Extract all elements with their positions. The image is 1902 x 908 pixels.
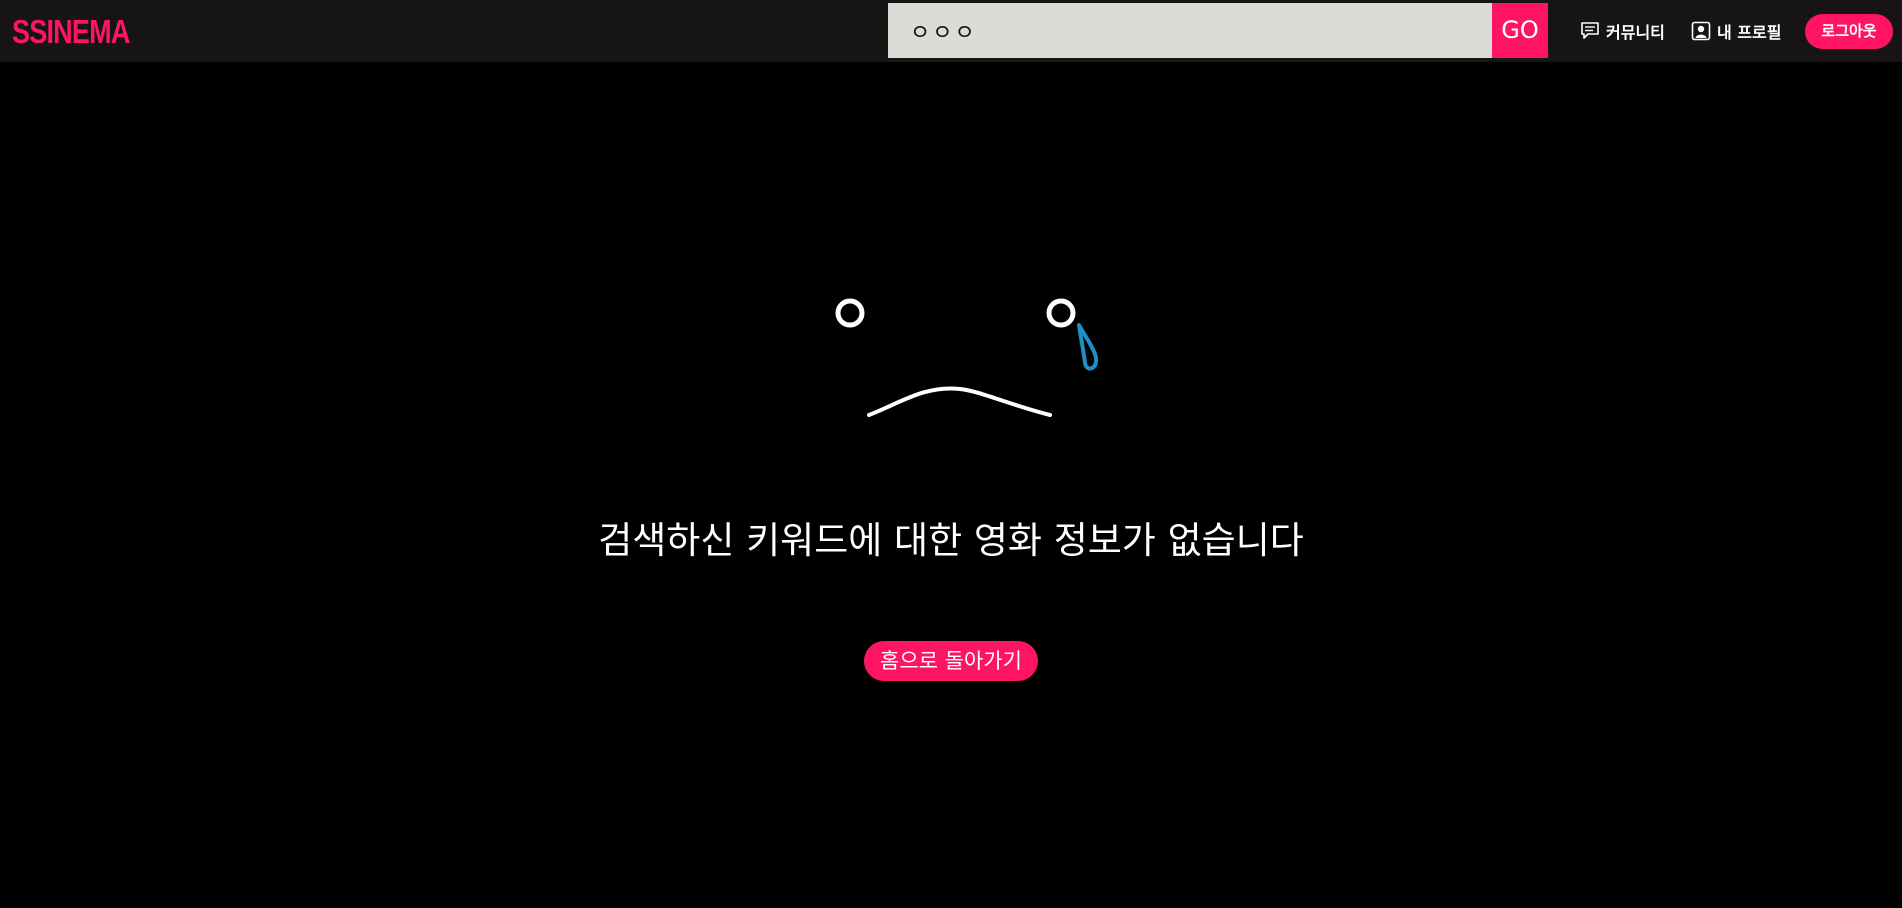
left-eye	[835, 298, 865, 328]
no-results-message: 검색하신 키워드에 대한 영화 정보가 없습니다	[598, 519, 1304, 562]
logout-button[interactable]: 로그아웃	[1805, 14, 1893, 49]
header: SSINEMA GO 커뮤니티 내 프로필 로그아웃	[0, 0, 1902, 62]
right-eye	[1046, 298, 1076, 328]
search-input[interactable]	[888, 3, 1492, 58]
nav-community-label: 커뮤니티	[1606, 23, 1665, 42]
nav-profile-label: 내 프로필	[1717, 23, 1782, 42]
search-go-button[interactable]: GO	[1492, 3, 1548, 58]
go-home-button[interactable]: 홈으로 돌아가기	[864, 641, 1038, 681]
person-icon	[1691, 21, 1711, 41]
logo[interactable]: SSINEMA	[12, 9, 130, 55]
tear-drop	[1077, 323, 1099, 371]
sad-face-icon	[835, 298, 1099, 417]
chat-bubble-icon	[1581, 22, 1599, 39]
nav-community-link[interactable]: 커뮤니티	[1580, 18, 1665, 44]
frown-mouth	[867, 386, 1052, 417]
nav-profile-link[interactable]: 내 프로필	[1691, 18, 1781, 44]
